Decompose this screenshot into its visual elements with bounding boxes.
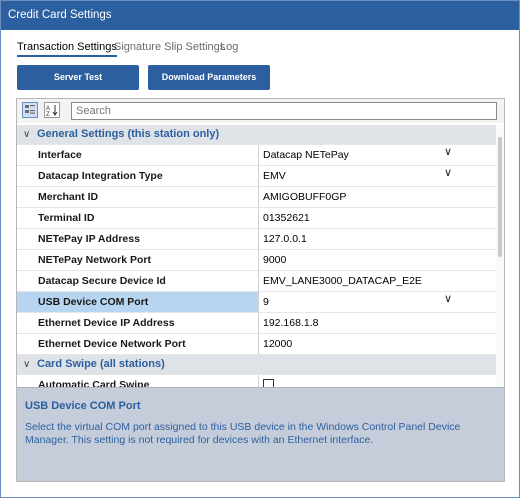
- category-label: General Settings (this station only): [37, 128, 220, 140]
- credit-card-settings-window: Credit Card Settings Transaction Setting…: [0, 0, 520, 498]
- property-name: Datacap Integration Type: [17, 166, 259, 186]
- tab-transaction-settings[interactable]: Transaction Settings: [17, 41, 117, 57]
- property-value-text: Datacap NETePay: [263, 149, 349, 161]
- property-value-secure-device-id[interactable]: EMV_LANE3000_DATACAP_E2E: [260, 271, 496, 291]
- chevron-down-icon[interactable]: ∨: [23, 355, 30, 374]
- property-row-ethernet-device-network-port[interactable]: Ethernet Device Network Port 12000: [17, 334, 496, 355]
- property-name: NETePay Network Port: [17, 250, 259, 270]
- svg-text:Z: Z: [46, 112, 50, 117]
- window-title: Credit Card Settings: [8, 9, 112, 21]
- property-row-merchant-id[interactable]: Merchant ID AMIGOBUFF0GP: [17, 187, 496, 208]
- property-name: Interface: [17, 145, 259, 165]
- property-value-merchant-id[interactable]: AMIGOBUFF0GP: [260, 187, 496, 207]
- chevron-down-icon[interactable]: ∨: [444, 292, 452, 305]
- property-value-ethernet-port[interactable]: 12000: [260, 334, 496, 354]
- chevron-down-icon[interactable]: ∨: [444, 166, 452, 179]
- property-value-integration-type[interactable]: EMV: [260, 166, 496, 186]
- property-value-text: EMV: [263, 170, 286, 182]
- property-name: USB Device COM Port: [17, 292, 259, 312]
- description-panel: USB Device COM Port Select the virtual C…: [17, 387, 504, 481]
- download-parameters-button[interactable]: Download Parameters: [148, 65, 270, 90]
- property-row-netepay-ip-address[interactable]: NETePay IP Address 127.0.0.1: [17, 229, 496, 250]
- property-row-usb-device-com-port[interactable]: USB Device COM Port 9 ∨: [17, 292, 496, 313]
- property-row-datacap-integration-type[interactable]: Datacap Integration Type EMV ∨: [17, 166, 496, 187]
- title-bar: Credit Card Settings: [1, 1, 519, 30]
- property-grid: AZ ∨ General Settings (this station only…: [16, 98, 505, 482]
- property-name: Datacap Secure Device Id: [17, 271, 259, 291]
- property-value-netepay-ip[interactable]: 127.0.0.1: [260, 229, 496, 249]
- property-value-ethernet-ip[interactable]: 192.168.1.8: [260, 313, 496, 333]
- tab-log[interactable]: Log: [220, 41, 238, 53]
- category-general-settings[interactable]: ∨ General Settings (this station only): [17, 125, 496, 145]
- property-name: Terminal ID: [17, 208, 259, 228]
- property-row-netepay-network-port[interactable]: NETePay Network Port 9000: [17, 250, 496, 271]
- description-text: Select the virtual COM port assigned to …: [25, 421, 461, 446]
- description-title: USB Device COM Port: [25, 400, 141, 412]
- categorized-view-icon[interactable]: [22, 102, 38, 118]
- property-value-text: 9: [263, 296, 269, 308]
- property-value-terminal-id[interactable]: 01352621: [260, 208, 496, 228]
- search-input[interactable]: [72, 103, 496, 119]
- property-name: NETePay IP Address: [17, 229, 259, 249]
- server-test-button[interactable]: Server Test: [17, 65, 139, 90]
- property-row-ethernet-device-ip-address[interactable]: Ethernet Device IP Address 192.168.1.8: [17, 313, 496, 334]
- alphabetical-sort-icon[interactable]: AZ: [44, 102, 60, 118]
- property-row-interface[interactable]: Interface Datacap NETePay ∨: [17, 145, 496, 166]
- category-label: Card Swipe (all stations): [37, 358, 165, 370]
- property-value-com-port[interactable]: 9: [260, 292, 496, 312]
- property-row-terminal-id[interactable]: Terminal ID 01352621: [17, 208, 496, 229]
- search-field[interactable]: [71, 102, 497, 120]
- chevron-down-icon[interactable]: ∨: [444, 145, 452, 158]
- chevron-down-icon[interactable]: ∨: [23, 125, 30, 144]
- property-value-interface[interactable]: Datacap NETePay: [260, 145, 496, 165]
- property-value-netepay-port[interactable]: 9000: [260, 250, 496, 270]
- property-grid-toolbar: AZ: [17, 99, 504, 123]
- vertical-scrollbar[interactable]: [496, 125, 504, 388]
- property-name: Ethernet Device IP Address: [17, 313, 259, 333]
- scrollbar-thumb[interactable]: [498, 137, 502, 257]
- property-name: Ethernet Device Network Port: [17, 334, 259, 354]
- category-card-swipe[interactable]: ∨ Card Swipe (all stations): [17, 355, 496, 375]
- property-rows: ∨ General Settings (this station only) I…: [17, 125, 496, 396]
- property-row-datacap-secure-device-id[interactable]: Datacap Secure Device Id EMV_LANE3000_DA…: [17, 271, 496, 292]
- tab-signature-slip-settings[interactable]: Signature Slip Settings: [114, 41, 225, 53]
- property-name: Merchant ID: [17, 187, 259, 207]
